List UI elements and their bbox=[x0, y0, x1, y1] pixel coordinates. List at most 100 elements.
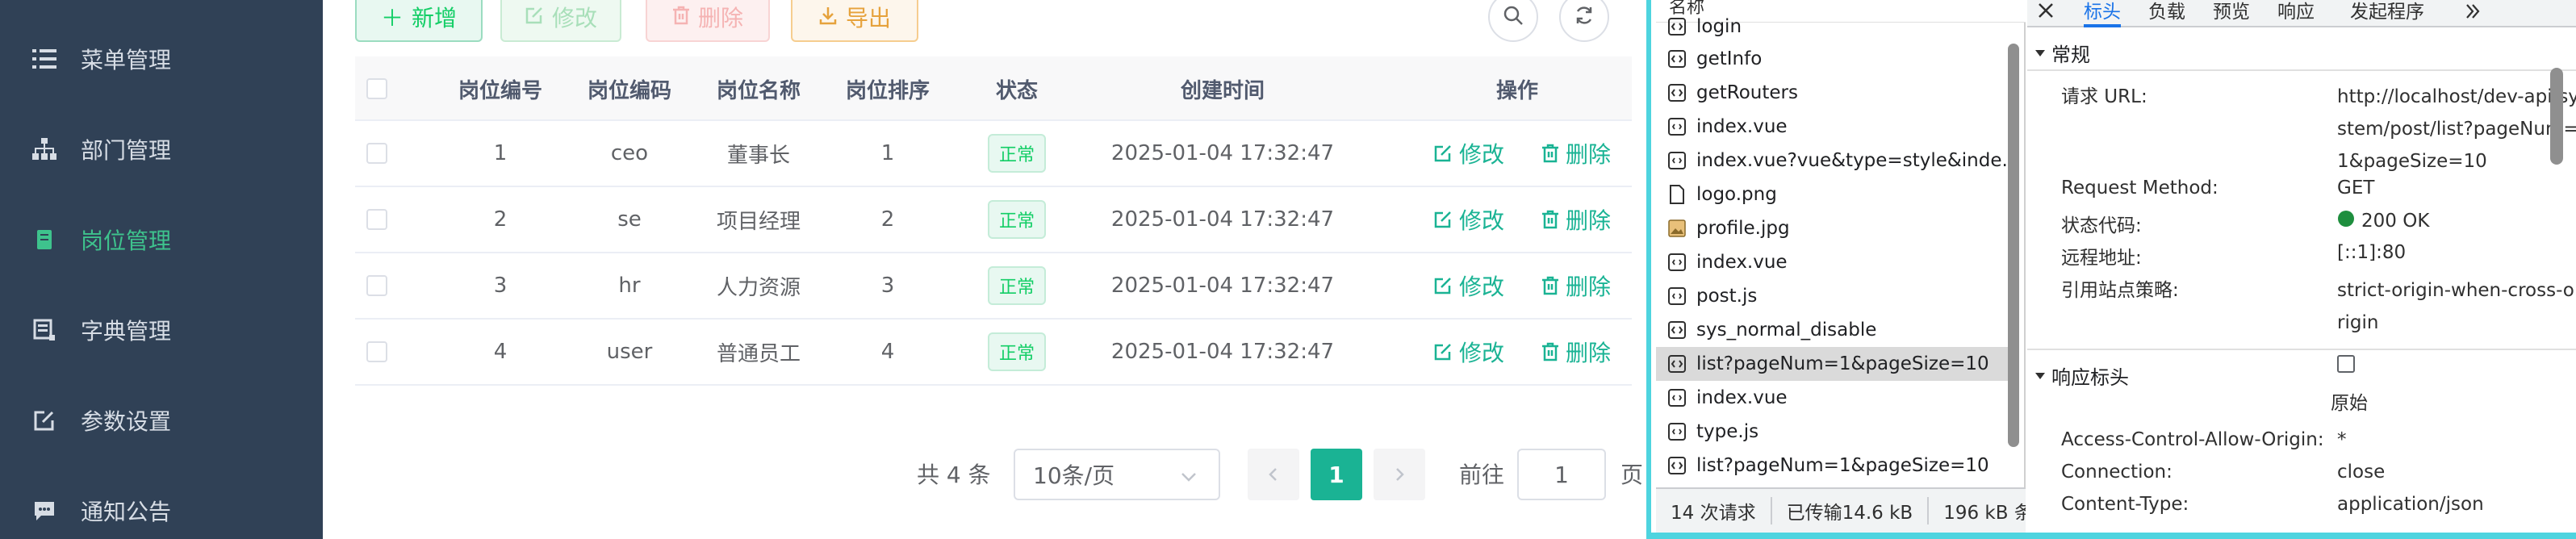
row-checkbox[interactable] bbox=[366, 143, 387, 164]
row-delete-link[interactable]: 删除 bbox=[1541, 320, 1632, 384]
sidebar-item-dept-management[interactable]: 部门管理 bbox=[0, 104, 323, 194]
table-row: 2 se 项目经理 2 正常 2025-01-04 17:32:47 修改 删除 bbox=[355, 187, 1632, 253]
xhr-icon bbox=[1667, 456, 1687, 475]
sidebar-item-label: 字典管理 bbox=[81, 318, 172, 345]
request-item[interactable]: profile.jpg bbox=[1656, 211, 2011, 245]
row-edit-link[interactable]: 修改 bbox=[1433, 320, 1504, 384]
request-name: logo.png bbox=[1696, 184, 1777, 205]
select-all-checkbox[interactable] bbox=[366, 78, 387, 99]
triangle-down-icon bbox=[2034, 365, 2047, 387]
request-item[interactable]: getInfo bbox=[1656, 42, 2011, 76]
request-item[interactable]: sys_normal_disable bbox=[1656, 313, 2011, 347]
cell-post-sort: 2 bbox=[880, 207, 895, 232]
row-checkbox[interactable] bbox=[366, 275, 387, 296]
response-headers-toggle[interactable]: 响应标头 bbox=[2034, 361, 2129, 390]
tab-preview[interactable]: 预览 bbox=[2213, 0, 2250, 27]
request-name: type.js bbox=[1696, 421, 1759, 442]
request-url-key: 请求 URL: bbox=[2061, 86, 2147, 107]
request-item[interactable]: list?pageNum=1&pageSize=10 bbox=[1656, 449, 2011, 483]
request-name: post.js bbox=[1696, 286, 1758, 307]
sidebar-item-params-settings[interactable]: 参数设置 bbox=[0, 375, 323, 466]
detail-tabs: 标头 负载 预览 响应 发起程序 bbox=[2027, 0, 2576, 27]
prev-page-button[interactable] bbox=[1248, 449, 1299, 500]
add-button[interactable]: ＋ 新增 bbox=[355, 0, 483, 42]
tab-payload[interactable]: 负载 bbox=[2148, 0, 2185, 27]
row-edit-link[interactable]: 修改 bbox=[1433, 121, 1504, 186]
row-edit-link[interactable]: 修改 bbox=[1433, 187, 1504, 252]
edit-settings-icon bbox=[31, 407, 58, 434]
tab-headers[interactable]: 标头 bbox=[2084, 0, 2121, 27]
request-item[interactable]: index.vue bbox=[1656, 110, 2011, 144]
request-item[interactable]: index.vue?vue&type=style&inde... bbox=[1656, 144, 2011, 178]
sidebar-item-post-management[interactable]: 岗位管理 bbox=[0, 194, 323, 285]
request-item[interactable]: logo.png bbox=[1656, 178, 2011, 211]
row-edit-link[interactable]: 修改 bbox=[1433, 253, 1504, 318]
request-item[interactable]: post.js bbox=[1656, 279, 2011, 313]
request-list-scrollbar[interactable] bbox=[2008, 44, 2019, 447]
cell-post-sort: 3 bbox=[880, 274, 895, 298]
cell-created-time: 2025-01-04 17:32:47 bbox=[1110, 340, 1335, 364]
export-button[interactable]: 导出 bbox=[791, 0, 918, 42]
delete-button[interactable]: 删除 bbox=[646, 0, 770, 42]
script-icon bbox=[1667, 422, 1687, 441]
general-section-title: 常规 bbox=[2051, 44, 2090, 66]
sidebar-item-menu-management[interactable]: 菜单管理 bbox=[0, 14, 323, 104]
header-created-time: 创建时间 bbox=[1180, 78, 1265, 103]
network-status-bar: 14 次请求 已传输14.6 kB 196 kB 条 bbox=[1656, 487, 2026, 533]
next-page-button[interactable] bbox=[1374, 449, 1425, 500]
divider bbox=[2027, 349, 2576, 350]
request-detail-panel: 标头 负载 预览 响应 发起程序 常规 请求 URL: http://local… bbox=[2027, 0, 2576, 539]
request-item[interactable]: type.js bbox=[1656, 415, 2011, 449]
cell-post-name: 人力资源 bbox=[716, 275, 801, 300]
trash-icon bbox=[1542, 342, 1558, 361]
page-number-1[interactable]: 1 bbox=[1311, 449, 1362, 500]
status-code-key: 状态代码: bbox=[2061, 215, 2142, 236]
status-badge: 正常 bbox=[987, 200, 1046, 239]
goto-page-input[interactable]: 1 bbox=[1517, 449, 1606, 500]
edit-button[interactable]: 修改 bbox=[500, 0, 621, 42]
request-item[interactable]: index.vue bbox=[1656, 381, 2011, 415]
row-delete-label: 删除 bbox=[1566, 340, 1612, 366]
refresh-button[interactable] bbox=[1559, 0, 1609, 42]
tab-initiator[interactable]: 发起程序 bbox=[2350, 0, 2424, 27]
row-delete-link[interactable]: 删除 bbox=[1541, 253, 1632, 318]
triangle-down-icon bbox=[2034, 42, 2047, 65]
request-item-selected[interactable]: list?pageNum=1&pageSize=10 bbox=[1656, 347, 2011, 381]
table-row: 4 user 普通员工 4 正常 2025-01-04 17:32:47 修改 … bbox=[355, 320, 1632, 386]
file-icon bbox=[1667, 185, 1687, 204]
page-size-select[interactable]: 10条/页 bbox=[1014, 449, 1220, 500]
cell-post-name: 项目经理 bbox=[716, 209, 801, 234]
sidebar-item-notice[interactable]: 通知公告 bbox=[0, 466, 323, 539]
general-section-toggle[interactable]: 常规 bbox=[2034, 39, 2090, 67]
request-item[interactable]: index.vue bbox=[1656, 245, 2011, 279]
detail-scrollbar[interactable] bbox=[2550, 68, 2563, 165]
request-method-key: Request Method: bbox=[2061, 178, 2218, 198]
export-button-label: 导出 bbox=[845, 5, 891, 31]
xhr-icon bbox=[1667, 320, 1687, 340]
row-delete-link[interactable]: 删除 bbox=[1541, 121, 1632, 186]
trash-icon bbox=[1542, 276, 1558, 295]
sidebar-item-dict-management[interactable]: 字典管理 bbox=[0, 285, 323, 375]
cell-created-time: 2025-01-04 17:32:47 bbox=[1110, 207, 1335, 232]
edit-icon bbox=[1434, 145, 1451, 162]
edit-icon bbox=[1434, 344, 1451, 361]
row-delete-link[interactable]: 删除 bbox=[1541, 187, 1632, 252]
request-item[interactable]: getRouters bbox=[1656, 76, 2011, 110]
tab-response[interactable]: 响应 bbox=[2277, 0, 2315, 27]
header-key: Access-Control-Allow-Origin: bbox=[2061, 429, 2324, 450]
cell-post-code: user bbox=[606, 340, 653, 364]
close-icon[interactable] bbox=[2035, 0, 2056, 24]
cell-created-time: 2025-01-04 17:32:47 bbox=[1110, 141, 1335, 165]
row-edit-label: 修改 bbox=[1459, 141, 1505, 168]
row-checkbox[interactable] bbox=[366, 209, 387, 230]
search-toggle-button[interactable] bbox=[1488, 0, 1538, 42]
row-checkbox[interactable] bbox=[366, 341, 387, 362]
more-tabs-icon[interactable] bbox=[2463, 2, 2482, 24]
search-icon bbox=[1502, 4, 1524, 30]
raw-checkbox[interactable] bbox=[2337, 355, 2355, 373]
raw-label: 原始 bbox=[2331, 393, 2368, 414]
header-key: Connection: bbox=[2061, 462, 2172, 483]
request-item[interactable]: login bbox=[1656, 15, 2011, 39]
select-all-checkbox-cell[interactable] bbox=[355, 56, 399, 121]
row-edit-label: 修改 bbox=[1459, 207, 1505, 234]
